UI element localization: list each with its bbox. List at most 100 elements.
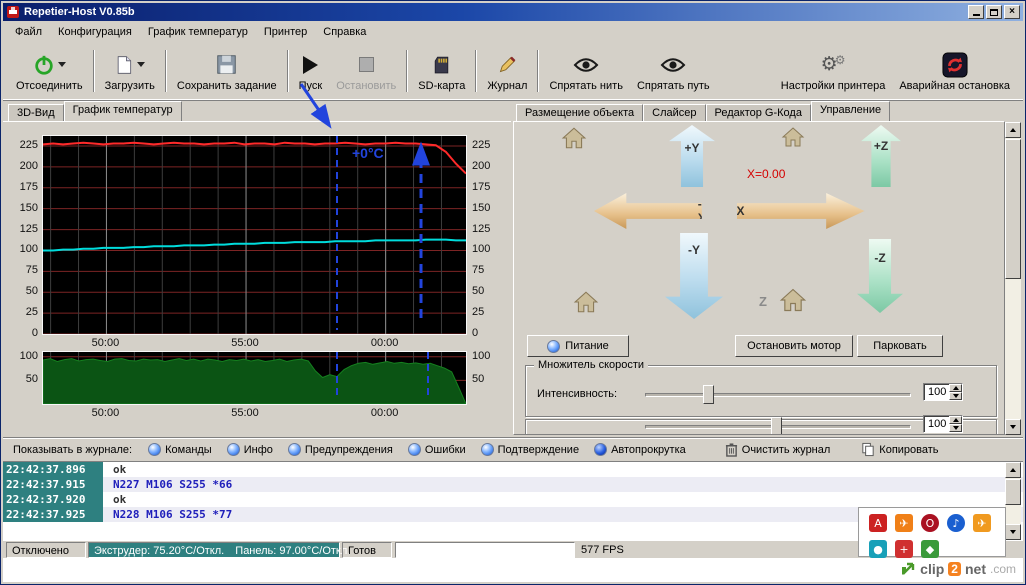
extruder-status: Экструдер: 75.20°C/Откл. <box>94 545 224 557</box>
toolbar-separator <box>406 50 408 92</box>
jog-y-minus-button[interactable]: -Y <box>665 233 723 319</box>
disconnect-button[interactable]: Отсоединить <box>9 45 90 97</box>
jog-x-minus-button[interactable]: -X <box>594 193 702 229</box>
watermark-net: net <box>965 561 986 577</box>
stop-motor-button[interactable]: Остановить мотор <box>735 335 853 357</box>
flow-slider-thumb[interactable] <box>771 417 782 435</box>
copy-log-button[interactable]: Копировать <box>861 442 938 457</box>
home-icon <box>561 125 587 151</box>
tray-icon[interactable]: A <box>869 514 887 532</box>
minimize-button[interactable] <box>968 5 984 19</box>
control-panel-scrollbar[interactable] <box>1005 122 1021 435</box>
jog-z-minus-button[interactable]: -Z <box>857 239 903 313</box>
clear-log-button[interactable]: Очистить журнал <box>725 442 831 457</box>
scroll-down-button[interactable] <box>1005 524 1021 540</box>
load-button[interactable]: Загрузить <box>98 45 162 97</box>
park-button[interactable]: Парковать <box>857 335 943 357</box>
scrollbar-thumb[interactable] <box>1005 479 1021 505</box>
intensity-spinbox[interactable]: 100 <box>923 383 963 401</box>
log-row: 22:42:37.896 ok <box>3 462 1023 477</box>
temperature-status: Экструдер: 75.20°C/Откл. Панель: 97.00°C… <box>88 542 340 558</box>
toggle-orb-icon <box>481 443 494 456</box>
jog-z-plus-button[interactable]: +Z <box>861 125 901 187</box>
toolbar-separator <box>165 50 167 92</box>
tray-icon[interactable]: O <box>921 514 939 532</box>
spin-down-button[interactable] <box>949 424 962 432</box>
tab-gcode-editor[interactable]: Редактор G-Кода <box>706 104 811 121</box>
temp-chart-xaxis: 50:0055:0000:00 <box>42 337 465 350</box>
filter-commands[interactable]: Команды <box>148 443 212 456</box>
menu-file[interactable]: Файл <box>7 23 50 41</box>
output-chart <box>42 351 467 405</box>
toggle-orb-icon <box>288 443 301 456</box>
flow-spinbox[interactable]: 100 <box>923 415 963 433</box>
menu-printer[interactable]: Принтер <box>256 23 315 41</box>
sd-card-button[interactable]: SD-карта <box>411 45 472 97</box>
app-window: Repetier-Host V0.85b × Файл Конфигурация… <box>0 0 1026 585</box>
connection-status: Отключено <box>6 542 86 558</box>
spin-up-button[interactable] <box>949 416 962 424</box>
chevron-down-icon[interactable] <box>58 62 66 67</box>
hide-filament-button[interactable]: Спрятать нить <box>542 45 629 97</box>
filter-autoscroll[interactable]: Автопрокрутка <box>594 443 686 456</box>
hide-travel-button[interactable]: Спрятать путь <box>630 45 717 97</box>
temperature-chart <box>42 135 467 335</box>
menu-config[interactable]: Конфигурация <box>50 23 140 41</box>
log-scrollbar[interactable] <box>1005 462 1021 540</box>
output-chart-yaxis-right: 10050 <box>469 351 501 403</box>
maximize-button[interactable] <box>986 5 1002 19</box>
scrollbar-thumb[interactable] <box>1005 139 1021 279</box>
intensity-slider-track[interactable] <box>645 393 911 397</box>
log-filter-bar: Показывать в журнале: Команды Инфо Преду… <box>3 437 1023 461</box>
jog-y-plus-button[interactable]: +Y <box>669 125 715 187</box>
jog-x-plus-button[interactable]: +X <box>737 193 864 229</box>
power-toggle-button[interactable]: Питание <box>527 335 629 357</box>
scroll-up-button[interactable] <box>1005 462 1021 478</box>
scroll-down-button[interactable] <box>1005 419 1021 435</box>
tray-icon[interactable]: ◆ <box>921 540 939 558</box>
home-x-button[interactable] <box>781 125 805 152</box>
chevron-down-icon[interactable] <box>137 62 145 67</box>
close-button[interactable]: × <box>1004 5 1020 19</box>
titlebar[interactable]: Repetier-Host V0.85b × <box>3 3 1023 21</box>
progress-bar <box>395 542 575 558</box>
speed-multiplier-legend: Множитель скорости <box>534 359 648 371</box>
temp-chart-yaxis-left: 2252001751501251007550250 <box>8 135 40 333</box>
tab-object-placement[interactable]: Размещение объекта <box>516 104 643 121</box>
spin-down-button[interactable] <box>949 392 962 400</box>
start-button[interactable]: Пуск <box>292 45 330 97</box>
tray-icon[interactable]: ● <box>869 540 887 558</box>
document-icon <box>114 54 134 76</box>
journal-button[interactable]: Журнал <box>480 45 534 97</box>
spin-up-button[interactable] <box>949 384 962 392</box>
tab-3d-view[interactable]: 3D-Вид <box>8 104 64 121</box>
tab-control[interactable]: Управление <box>811 101 890 121</box>
scroll-up-button[interactable] <box>1005 122 1021 138</box>
home-icon <box>779 286 807 314</box>
intensity-slider-thumb[interactable] <box>703 385 714 404</box>
tab-slicer[interactable]: Слайсер <box>643 104 705 121</box>
log-row: 22:42:37.915 N227 M106 S255 *66 <box>3 477 1023 492</box>
intensity-label: Интенсивность: <box>537 388 617 400</box>
tray-icon[interactable]: ♪ <box>947 514 965 532</box>
power-led-icon <box>547 340 560 353</box>
home-all-button[interactable] <box>561 125 587 154</box>
tab-temp-graph[interactable]: График температур <box>64 101 182 121</box>
tray-icon[interactable]: ✈ <box>895 514 913 532</box>
filter-info[interactable]: Инфо <box>227 443 273 456</box>
stop-icon <box>359 57 374 72</box>
menu-temp-graph[interactable]: График температур <box>140 23 256 41</box>
home-y-button[interactable] <box>573 289 599 318</box>
filter-warnings[interactable]: Предупреждения <box>288 443 393 456</box>
tray-icon[interactable]: + <box>895 540 913 558</box>
menu-help[interactable]: Справка <box>315 23 374 41</box>
output-chart-xaxis: 50:0055:0000:00 <box>42 407 465 420</box>
filter-ack[interactable]: Подтверждение <box>481 443 579 456</box>
save-job-button[interactable]: Сохранить задание <box>170 45 284 97</box>
home-z-button[interactable] <box>779 286 807 317</box>
right-tabbar: Размещение объекта Слайсер Редактор G-Ко… <box>516 101 890 121</box>
printer-settings-button[interactable]: ⚙⚙ Настройки принтера <box>774 45 893 97</box>
emergency-stop-button[interactable]: Аварийная остановка <box>892 45 1017 97</box>
filter-errors[interactable]: Ошибки <box>408 443 466 456</box>
tray-icon[interactable]: ✈ <box>973 514 991 532</box>
